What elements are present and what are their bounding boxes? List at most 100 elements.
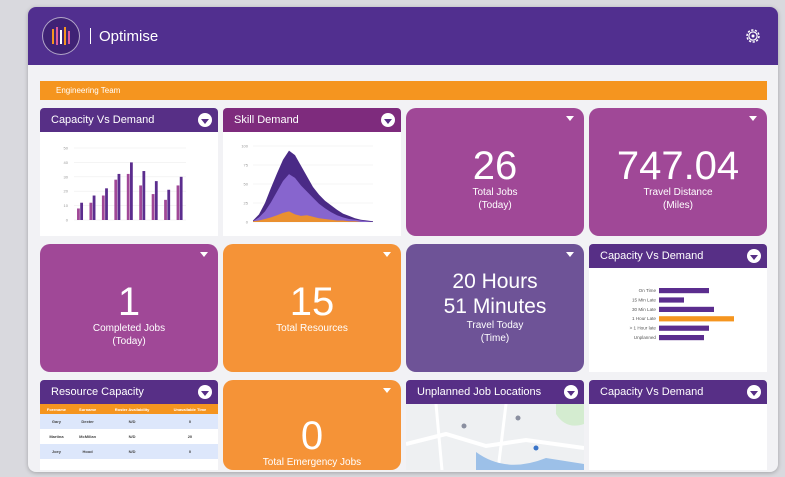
map-area[interactable] [406, 403, 584, 470]
dashboard-grid: Capacity Vs Demand 50 40 30 20 10 0 Skill Dem… [40, 108, 767, 470]
dropdown-icon[interactable] [198, 113, 212, 127]
chart-area: 100 75 50 25 0 [223, 132, 401, 236]
tile-title: Unplanned Job Locations [417, 386, 542, 398]
y-tick-label: 75 [244, 163, 249, 168]
dropdown-icon[interactable] [381, 113, 395, 127]
y-tick-label: 10 [64, 203, 69, 208]
table-cell: 0 [161, 414, 218, 429]
bar [176, 185, 180, 220]
table-cell: Gary [40, 414, 73, 429]
table-cell: Hood [72, 444, 103, 459]
tile-title: Resource Capacity [51, 386, 144, 398]
capacity-demand-chart-tile: Capacity Vs Demand 50 40 30 20 10 0 [40, 108, 218, 236]
y-tick-label: 100 [241, 144, 248, 149]
travel-distance-value: 747.04 [616, 144, 740, 188]
capacity-demand-bar-chart: 50 40 30 20 10 0 [64, 146, 186, 223]
column-header: Roster Availability [102, 404, 162, 414]
dashboard-window: Optimise Engineering Team Capacity Vs De… [28, 7, 778, 472]
y-tick-label: 0 [246, 220, 249, 225]
dropdown-icon[interactable] [747, 385, 761, 399]
dropdown-caret-icon[interactable] [566, 116, 574, 121]
total-resources-value: 15 [289, 280, 335, 324]
completed-jobs-value: 1 [117, 280, 141, 324]
bar [89, 202, 93, 220]
y-tick-label: 50 [64, 146, 69, 151]
dropdown-caret-icon[interactable] [383, 388, 391, 393]
table-cell: Martina [40, 429, 73, 444]
bar [80, 202, 84, 220]
category-label: 1 Hour Late [632, 316, 656, 321]
dropdown-icon[interactable] [747, 249, 761, 263]
category-label: 15 Min Late [632, 297, 656, 302]
bar [151, 194, 155, 220]
total-resources-tile: 15 Total Resources [223, 244, 401, 372]
total-jobs-label: Total Jobs [472, 187, 518, 198]
table-row[interactable]: Gary Dexter N/D 0 [40, 414, 218, 429]
team-selector[interactable]: Engineering Team [40, 81, 767, 100]
category-label: 30 Min Late [632, 307, 656, 312]
travel-time-hours: 20 Hours [452, 270, 538, 293]
y-tick-label: 0 [66, 218, 69, 223]
total-jobs-value: 26 [472, 144, 518, 188]
total-jobs-tile: 26 Total Jobs (Today) [406, 108, 584, 236]
category-label: > 1 Hour late [630, 326, 657, 331]
bar [126, 173, 130, 220]
table-row[interactable]: Martina McMillan N/D 20 [40, 429, 218, 444]
y-tick-label: 50 [244, 182, 249, 187]
bar [105, 188, 108, 220]
dropdown-caret-icon[interactable] [566, 252, 574, 257]
completed-jobs-sublabel: (Today) [112, 336, 146, 347]
table-cell: N/D [102, 444, 162, 459]
tile-title: Capacity Vs Demand [600, 250, 704, 262]
tile-header: Capacity Vs Demand [589, 380, 767, 404]
bar [167, 189, 171, 220]
skill-demand-area-chart: 100 75 50 25 0 [241, 144, 373, 225]
dropdown-caret-icon[interactable] [200, 252, 208, 257]
resource-table: Forename Surname Roster Availability Unavai… [40, 404, 218, 459]
dropdown-caret-icon[interactable] [383, 252, 391, 257]
travel-time-minutes: 51 Minutes [443, 295, 547, 318]
travel-distance-tile: 747.04 Travel Distance (Miles) [589, 108, 767, 236]
dropdown-caret-icon[interactable] [749, 116, 757, 121]
chart-area: 50 40 30 20 10 0 [40, 132, 218, 236]
total-jobs-sublabel: (Today) [478, 200, 512, 211]
tile-header: Capacity Vs Demand [589, 244, 767, 268]
tile-header: Unplanned Job Locations [406, 380, 584, 404]
travel-time-tile: 20 Hours 51 Minutes Travel Today (Time) [406, 244, 584, 372]
table-cell: N/D [102, 429, 162, 444]
category-label: On Time [639, 288, 657, 293]
table-cell: Dexter [72, 414, 103, 429]
travel-distance-sublabel: (Miles) [663, 200, 693, 211]
bar [117, 173, 121, 220]
capacity-demand-empty-tile: Capacity Vs Demand [589, 380, 767, 470]
tile-title: Capacity Vs Demand [600, 386, 704, 398]
bar [139, 185, 143, 220]
table-cell: N/D [102, 414, 162, 429]
table-row[interactable]: Joey Hood N/D 0 [40, 444, 218, 459]
dropdown-icon[interactable] [198, 385, 212, 399]
locations-map[interactable] [406, 403, 584, 470]
bar [659, 335, 704, 341]
tile-title: Capacity Vs Demand [51, 114, 155, 126]
tile-title: Skill Demand [234, 114, 299, 126]
y-tick-label: 25 [244, 201, 249, 206]
total-resources-label: Total Resources [276, 323, 348, 334]
completed-jobs-tile: 1 Completed Jobs (Today) [40, 244, 218, 372]
gear-icon[interactable] [742, 25, 764, 47]
completed-jobs-label: Completed Jobs [92, 323, 166, 334]
bar [164, 199, 167, 220]
dropdown-icon[interactable] [564, 385, 578, 399]
travel-time-label: Travel Today [466, 320, 524, 331]
table-cell: McMillan [72, 429, 103, 444]
column-header: Surname [72, 404, 103, 414]
chart-area: On Time 15 Min Late 30 Min Late 1 Hour Late… [589, 268, 767, 372]
column-header: Unavailable Time [161, 404, 218, 414]
bar [659, 306, 714, 312]
emergency-jobs-tile: 0 Total Emergency Jobs [223, 380, 401, 470]
y-tick-label: 40 [64, 160, 69, 165]
tile-header: Resource Capacity [40, 380, 218, 404]
tile-header: Skill Demand [223, 108, 401, 132]
unplanned-locations-tile: Unplanned Job Locations [406, 380, 584, 470]
optimise-logo-icon[interactable] [42, 17, 80, 55]
bar [659, 316, 734, 322]
